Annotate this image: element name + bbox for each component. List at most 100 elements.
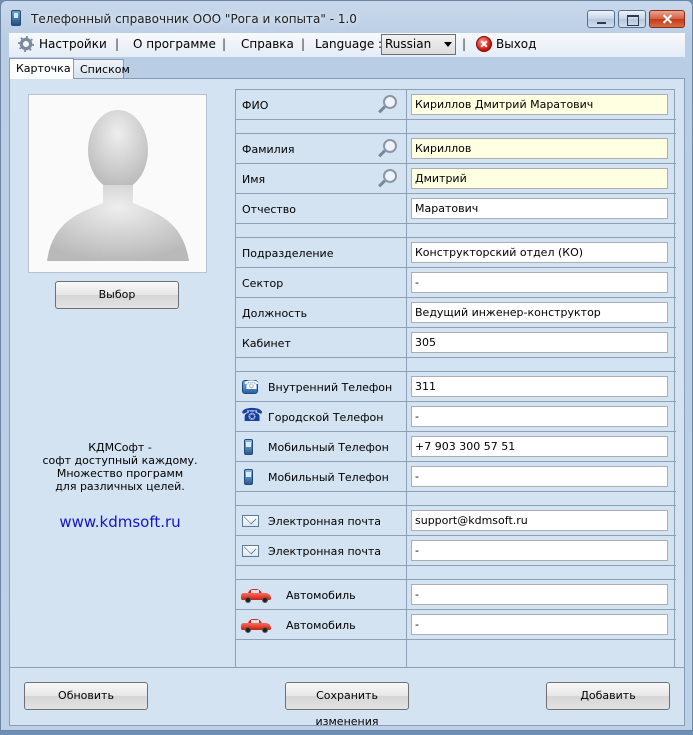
sector-field[interactable]: - [411,272,668,293]
menu-bar: Настройки | О программе | Справка | Lang… [9,33,685,57]
menu-about[interactable]: О программе [133,37,216,51]
tab-card[interactable]: Карточка [9,58,74,79]
row-office: Кабинет 305 [236,328,676,358]
row-spacer [236,358,676,372]
position-field[interactable]: Ведущий инженер-конструктор [411,302,668,323]
field-label: Электронная почта [268,515,382,528]
field-label: Фамилия [242,143,295,156]
language-select[interactable]: Russian [381,34,456,55]
row-email-2: Электронная почта - [236,536,676,566]
car-field[interactable]: - [411,614,668,635]
search-icon[interactable] [377,138,397,158]
field-label: Отчество [242,203,297,216]
close-button[interactable] [649,10,685,28]
promo-line: для различных целей. [55,480,185,493]
row-internal-phone: Внутренний Телефон 311 [236,372,676,402]
field-label: ФИО [242,99,269,112]
field-label: Мобильный Телефон [268,471,389,484]
fields-grid: ФИО Кириллов Дмитрий Маратович Фамилия К… [235,89,676,668]
bottom-button-bar: Обновить Сохранить изменения Добавить [10,667,684,728]
photo-placeholder [28,94,207,273]
website-link[interactable]: www.kdmsoft.ru [20,513,220,531]
row-last-name: Фамилия Кириллов [236,134,676,164]
phone-app-icon [11,10,21,26]
field-label: Мобильный Телефон [268,441,389,454]
field-label: Сектор [242,277,284,290]
row-mobile-phone-2: Мобильный Телефон - [236,462,676,492]
field-label: Имя [242,173,266,186]
person-silhouette-icon [47,110,189,261]
row-email-1: Электронная почта support@kdmsoft.ru [236,506,676,536]
menu-separator: | [462,37,467,51]
promo-line: Множество программ [56,467,184,480]
patronymic-field[interactable]: Маратович [411,198,668,219]
row-department: Подразделение Конструкторский отдел (КО) [236,238,676,268]
row-fio: ФИО Кириллов Дмитрий Маратович [236,90,676,120]
row-spacer [236,492,676,506]
row-position: Должность Ведущий инженер-конструктор [236,298,676,328]
row-patronymic: Отчество Маратович [236,194,676,224]
internal-phone-field[interactable]: 311 [411,376,668,397]
search-icon[interactable] [377,168,397,188]
menu-exit[interactable]: Выход [496,37,536,51]
maximize-button[interactable] [618,10,646,28]
tab-list[interactable]: Списком [73,59,130,79]
window-title: Телефонный справочник ООО "Рога и копыта… [31,12,357,26]
row-first-name: Имя Дмитрий [236,164,676,194]
field-label: Должность [242,307,308,320]
gear-icon[interactable] [18,36,34,52]
menu-settings[interactable]: Настройки [39,37,107,51]
first-name-field[interactable]: Дмитрий [411,168,668,189]
minimize-button[interactable] [587,10,615,28]
city-phone-field[interactable]: - [411,406,668,427]
row-mobile-phone-1: Мобильный Телефон +7 903 300 57 51 [236,432,676,462]
title-bar[interactable]: Телефонный справочник ООО "Рога и копыта… [1,1,692,33]
promo-line: софт доступный каждому. [42,454,198,467]
row-spacer [236,120,676,134]
promo-text: КДМСофт - софт доступный каждому. Множес… [20,441,220,493]
menu-separator: | [301,37,306,51]
last-name-field[interactable]: Кириллов [411,138,668,159]
fio-field[interactable]: Кириллов Дмитрий Маратович [411,94,668,115]
field-label: Автомобиль [286,589,356,602]
card-panel: Выбор КДМСофт - софт доступный каждому. … [9,78,685,728]
email-field[interactable]: support@kdmsoft.ru [411,510,668,531]
row-sector: Сектор - [236,268,676,298]
select-photo-button[interactable]: Выбор [55,281,179,309]
add-button[interactable]: Добавить [546,682,670,710]
language-label: Language : [315,37,383,51]
exit-icon[interactable] [476,36,492,52]
field-label: Электронная почта [268,545,382,558]
envelope-icon [242,515,259,527]
internal-phone-icon [242,378,259,394]
mobile-phone-icon [244,469,253,485]
mobile-phone-icon [244,439,253,455]
telephone-icon [241,405,263,426]
row-car-2: Автомобиль - [236,610,676,640]
row-city-phone: Городской Телефон - [236,402,676,432]
field-label: Подразделение [242,247,334,260]
office-field[interactable]: 305 [411,332,668,353]
field-label: Внутренний Телефон [268,381,393,394]
menu-separator: | [115,37,120,51]
envelope-icon [242,545,259,557]
row-spacer [236,566,676,580]
language-select-value: Russian [385,37,432,51]
search-icon[interactable] [377,94,397,114]
save-changes-button[interactable]: Сохранить изменения [285,682,409,728]
refresh-button[interactable]: Обновить [24,682,148,710]
car-field[interactable]: - [411,584,668,605]
menu-help[interactable]: Справка [241,37,294,51]
row-car-1: Автомобиль - [236,580,676,610]
email-field[interactable]: - [411,540,668,561]
department-field[interactable]: Конструкторский отдел (КО) [411,242,668,263]
promo-line: КДМСофт - [88,441,152,454]
app-window: Телефонный справочник ООО "Рога и копыта… [0,0,693,731]
chevron-down-icon [444,42,452,47]
car-icon [241,589,271,603]
mobile-phone-field[interactable]: - [411,466,668,487]
row-spacer [236,224,676,238]
field-label: Кабинет [242,337,291,350]
car-icon [241,619,271,633]
mobile-phone-field[interactable]: +7 903 300 57 51 [411,436,668,457]
